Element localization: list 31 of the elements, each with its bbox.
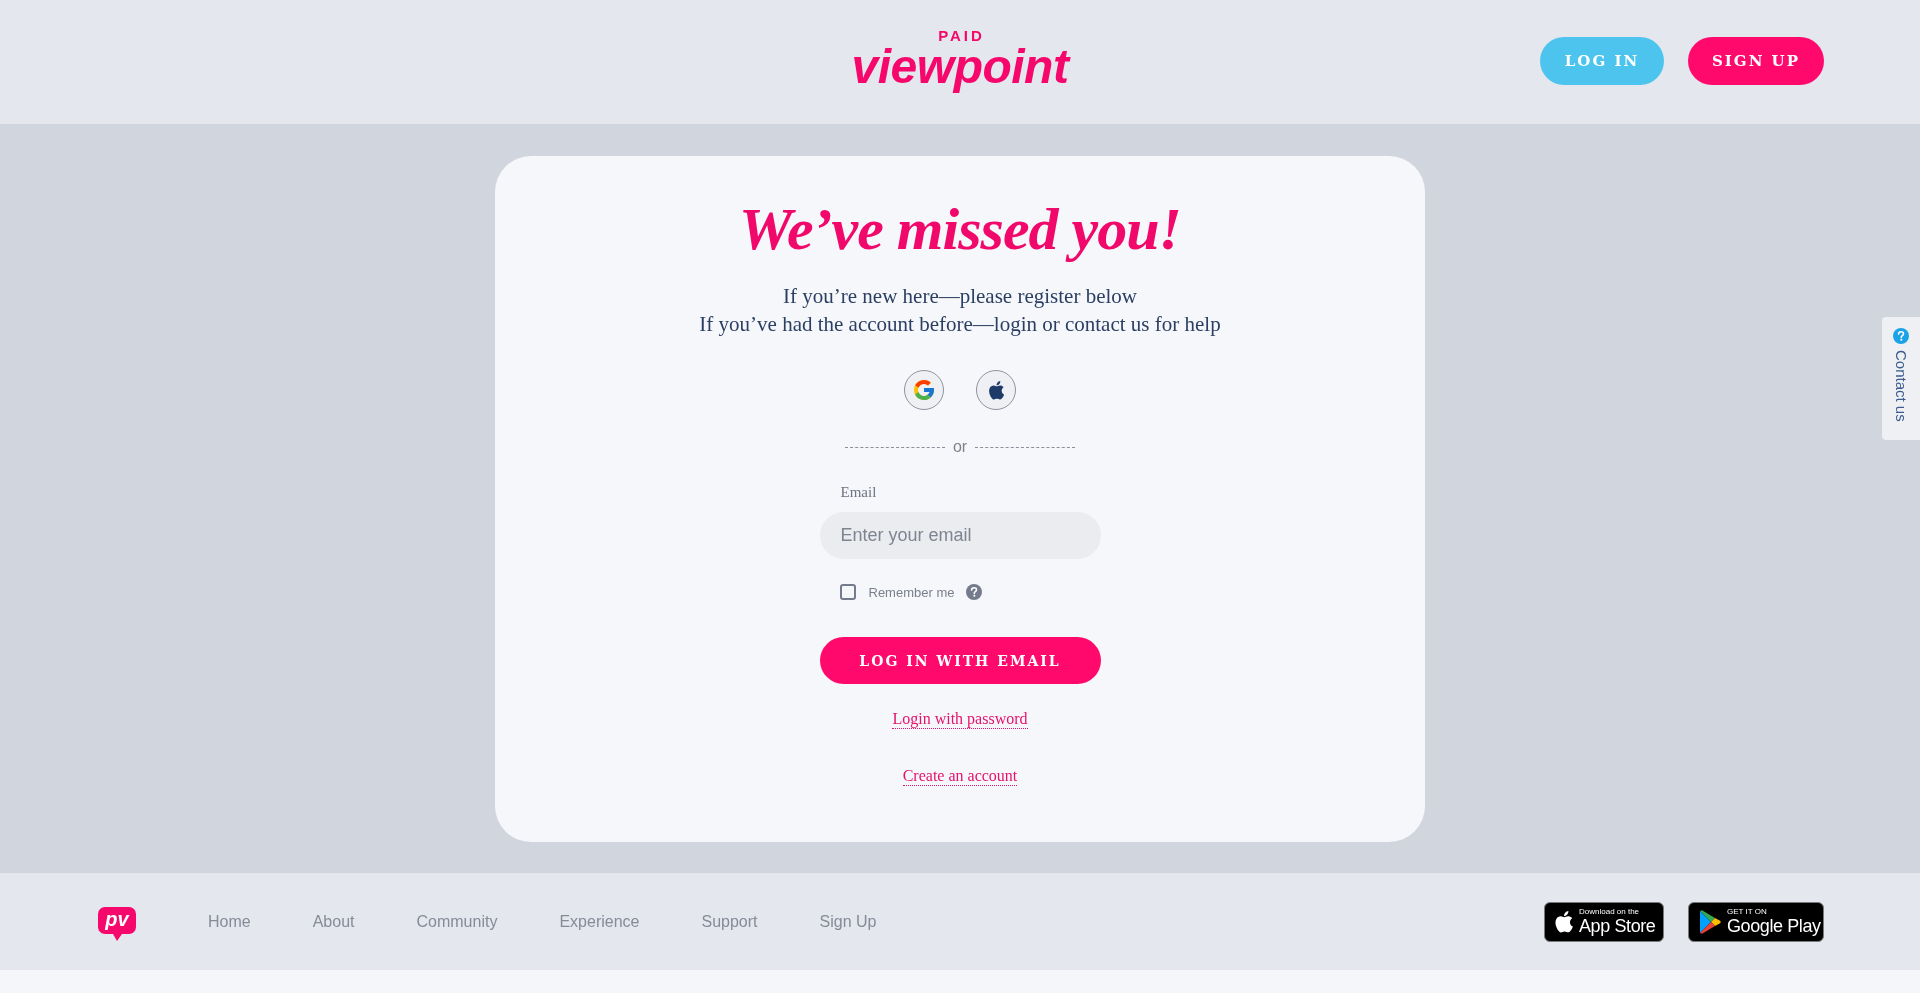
- help-icon: [966, 584, 983, 600]
- signup-button[interactable]: SIGN UP: [1688, 37, 1824, 85]
- text-link[interactable]: Create an account: [902, 766, 1018, 786]
- social-login-button[interactable]: [976, 370, 1016, 410]
- store-badge[interactable]: Download on the App Store: [1544, 901, 1664, 942]
- email-field[interactable]: Enter your email: [819, 512, 1101, 559]
- email-label: Email: [839, 483, 877, 501]
- login-button[interactable]: LOG IN: [1540, 37, 1664, 85]
- footer-logo[interactable]: pv: [97, 905, 137, 942]
- divider-text: or: [952, 437, 968, 457]
- apple-icon: [988, 380, 1004, 400]
- text-link[interactable]: Login with password: [892, 709, 1028, 729]
- intro-text: If you’re new here—please register below: [783, 283, 1137, 310]
- contact-tab[interactable]: Contact us: [1882, 317, 1920, 440]
- store-badge[interactable]: GET IT ON Google Play: [1688, 901, 1824, 942]
- footer-nav-link[interactable]: Community: [416, 912, 498, 931]
- footer-nav-link[interactable]: Sign Up: [819, 912, 877, 931]
- logo-tagline: PAID: [937, 28, 985, 44]
- google-icon: [914, 380, 934, 400]
- intro-text: If you’ve had the account before—login or contact us for help: [699, 311, 1221, 338]
- footer-nav-link[interactable]: Experience: [559, 912, 640, 931]
- apple-icon: [1555, 910, 1573, 933]
- footer-nav-link[interactable]: About: [312, 912, 355, 931]
- email-login-button[interactable]: LOG IN WITH EMAIL: [819, 637, 1101, 684]
- card-title: We’ve missed you!: [739, 195, 1181, 264]
- remember-checkbox[interactable]: [839, 584, 856, 600]
- help-icon: [1893, 328, 1909, 344]
- footer-nav-link[interactable]: Home: [208, 912, 251, 931]
- footer-nav-link[interactable]: Support: [701, 912, 758, 931]
- play-icon: [1699, 909, 1721, 934]
- remember-label: Remember me: [868, 584, 955, 600]
